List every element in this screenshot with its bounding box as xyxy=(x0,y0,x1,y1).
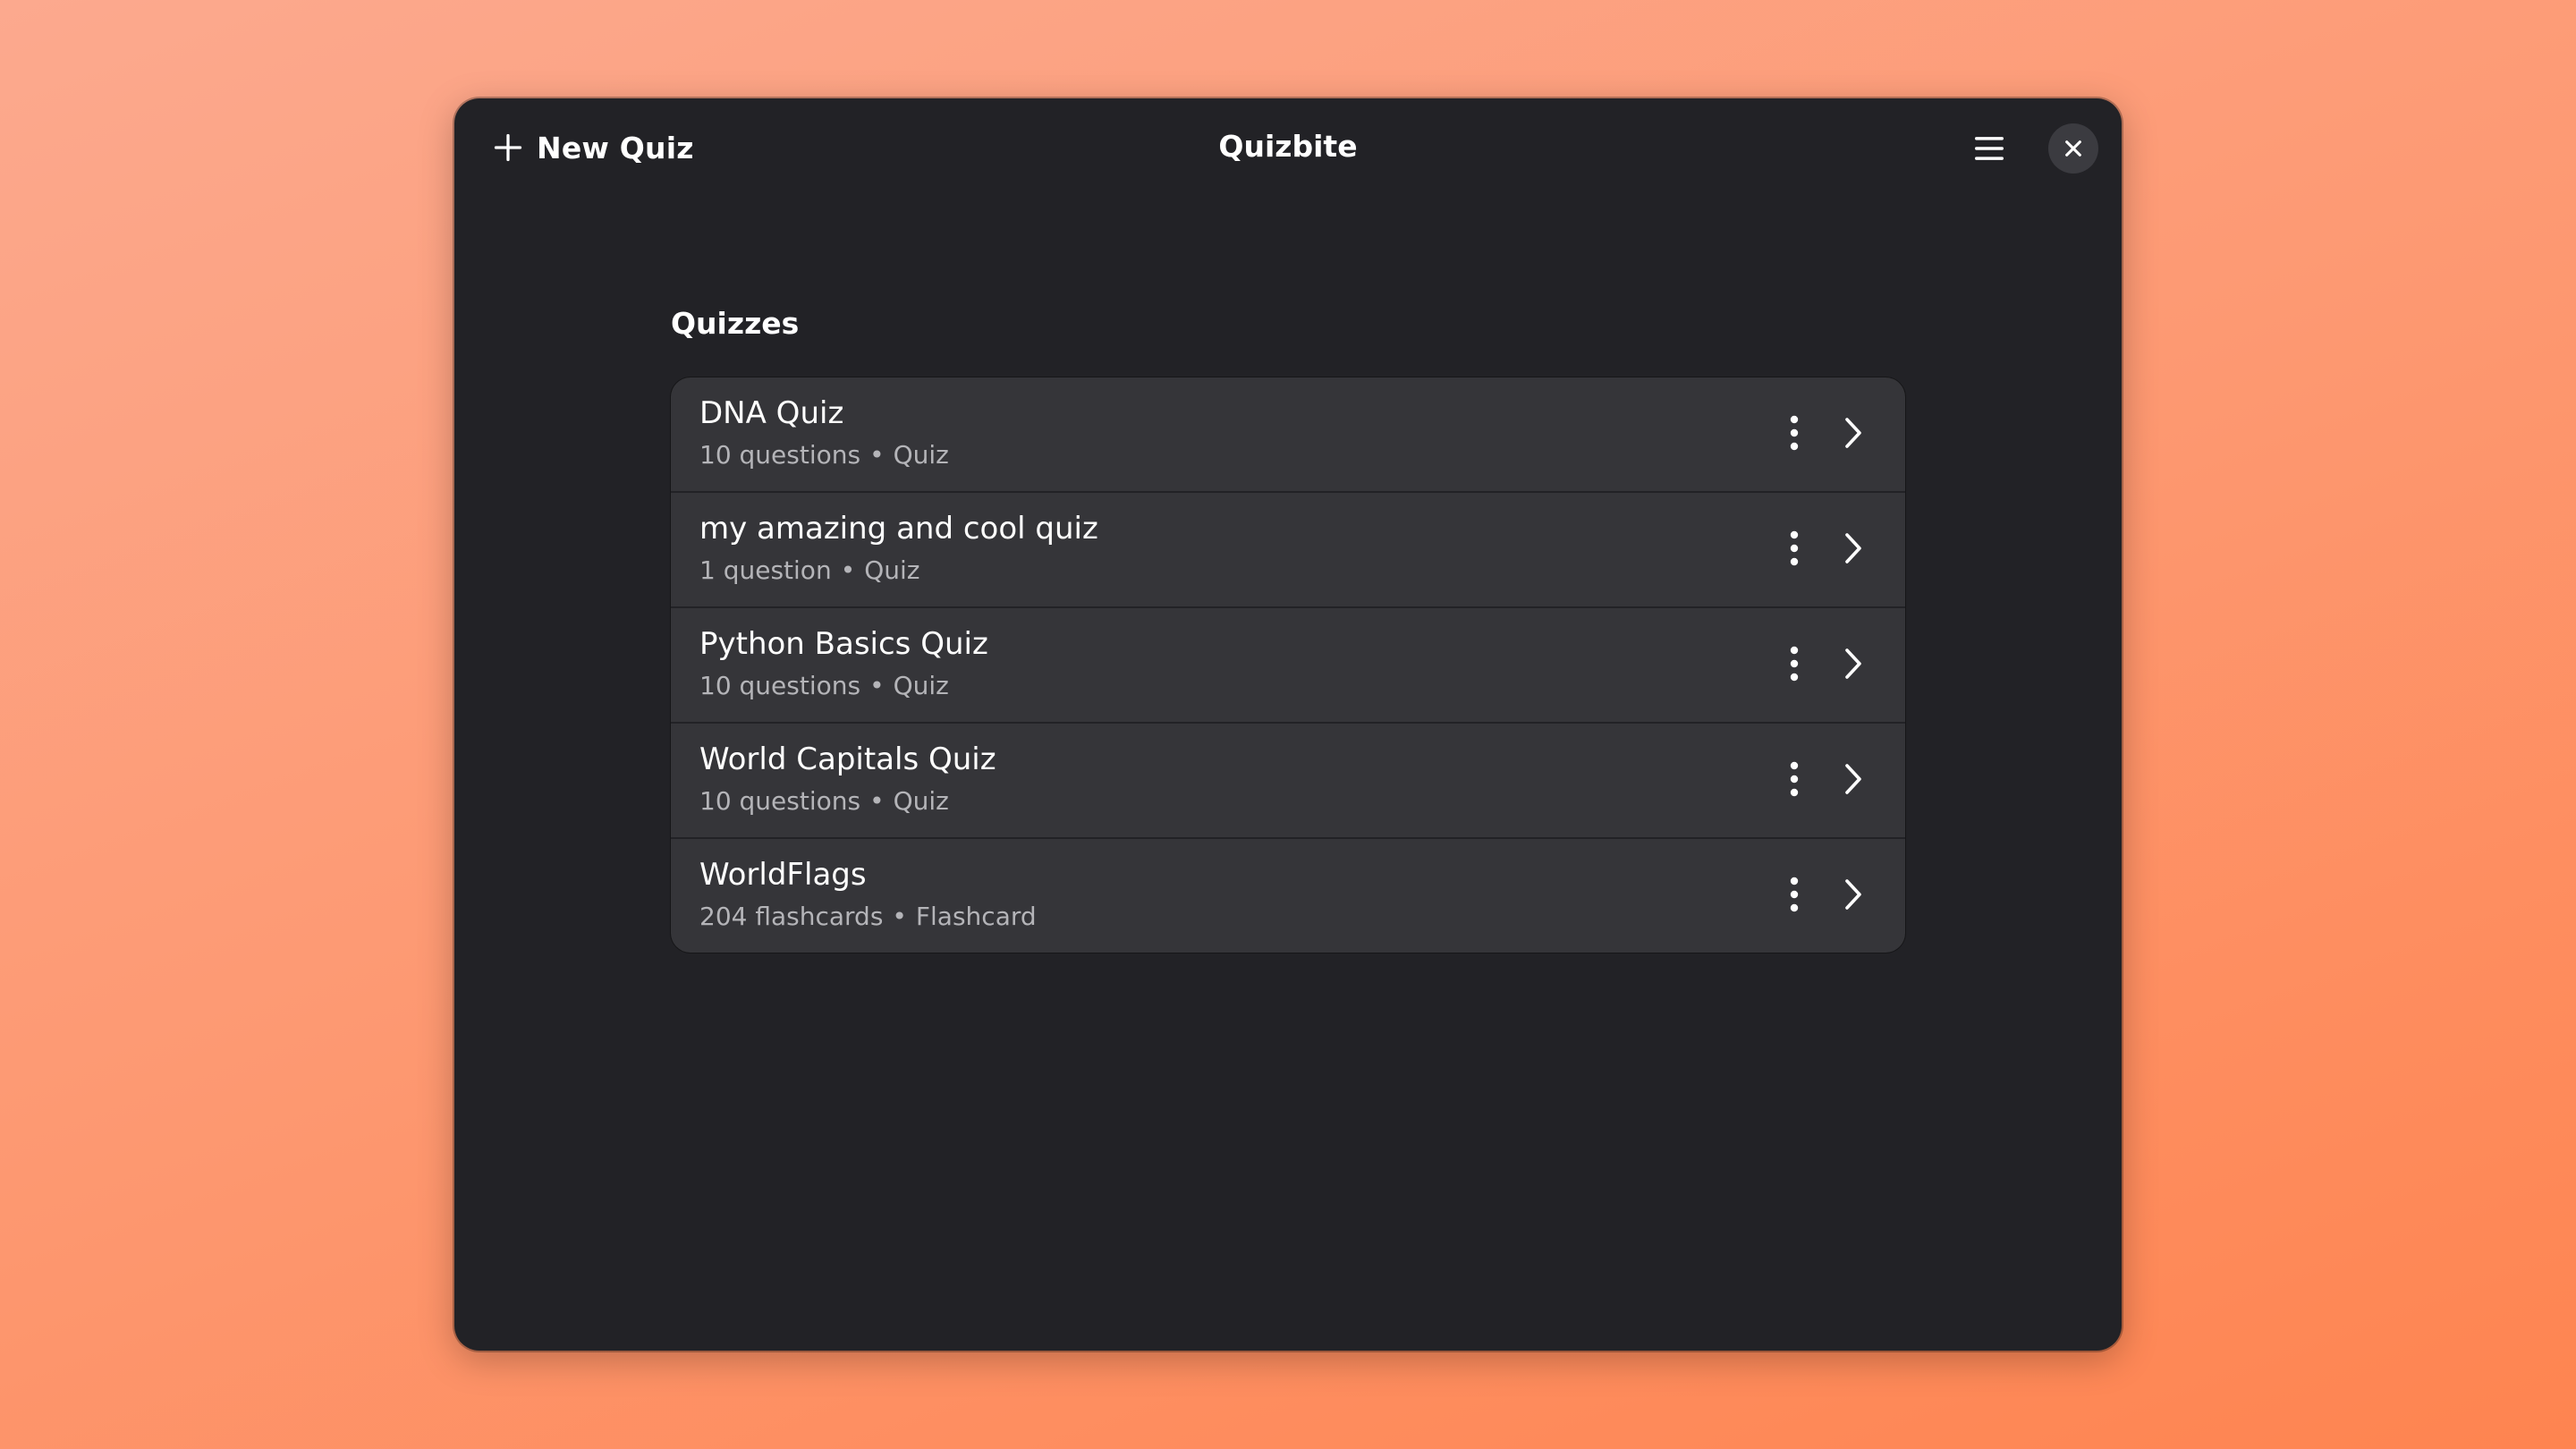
app-window: New Quiz Quizbite Quizzes DNA Quiz 10 qu… xyxy=(454,98,2122,1351)
quiz-row[interactable]: Python Basics Quiz 10 questions • Quiz xyxy=(671,608,1905,724)
quiz-title: World Capitals Quiz xyxy=(699,741,996,777)
separator-dot: • xyxy=(869,671,885,700)
kebab-menu-icon xyxy=(1790,877,1799,912)
quiz-count: 10 questions xyxy=(699,786,861,816)
separator-dot: • xyxy=(892,902,907,931)
quiz-options-button[interactable] xyxy=(1775,637,1814,691)
quiz-kind: Quiz xyxy=(864,555,920,585)
quiz-subtitle: 10 questions • Quiz xyxy=(699,786,949,816)
close-button[interactable] xyxy=(2048,123,2098,174)
quiz-count: 10 questions xyxy=(699,440,861,470)
separator-dot: • xyxy=(869,786,885,816)
quiz-title: my amazing and cool quiz xyxy=(699,511,1098,547)
quiz-count: 10 questions xyxy=(699,671,861,700)
kebab-menu-icon xyxy=(1790,761,1799,797)
quiz-row[interactable]: World Capitals Quiz 10 questions • Quiz xyxy=(671,724,1905,839)
quiz-title: DNA Quiz xyxy=(699,395,844,431)
quiz-options-button[interactable] xyxy=(1775,868,1814,921)
open-quiz-chevron[interactable] xyxy=(1834,759,1873,799)
quiz-subtitle: 204 flashcards • Flashcard xyxy=(699,902,1037,931)
kebab-menu-icon xyxy=(1790,646,1799,682)
quiz-count: 1 question xyxy=(699,555,832,585)
quiz-count: 204 flashcards xyxy=(699,902,884,931)
quiz-title: WorldFlags xyxy=(699,857,867,893)
chevron-right-icon xyxy=(1845,879,1861,910)
open-quiz-chevron[interactable] xyxy=(1834,875,1873,914)
hamburger-menu-icon xyxy=(1975,137,2004,160)
quiz-kind: Quiz xyxy=(893,786,949,816)
chevron-right-icon xyxy=(1845,533,1861,564)
chevron-right-icon xyxy=(1845,648,1861,679)
quiz-subtitle: 10 questions • Quiz xyxy=(699,440,949,470)
quiz-options-button[interactable] xyxy=(1775,752,1814,806)
chevron-right-icon xyxy=(1845,764,1861,794)
kebab-menu-icon xyxy=(1790,415,1799,451)
separator-dot: • xyxy=(869,440,885,470)
app-title: Quizbite xyxy=(1218,129,1358,164)
open-quiz-chevron[interactable] xyxy=(1834,644,1873,683)
open-quiz-chevron[interactable] xyxy=(1834,529,1873,568)
close-icon xyxy=(2065,140,2081,157)
quiz-list: DNA Quiz 10 questions • Quiz my amazing an… xyxy=(671,377,1905,953)
quiz-title: Python Basics Quiz xyxy=(699,626,988,662)
quiz-options-button[interactable] xyxy=(1775,521,1814,575)
separator-dot: • xyxy=(840,555,856,585)
quiz-options-button[interactable] xyxy=(1775,406,1814,460)
quiz-subtitle: 1 question • Quiz xyxy=(699,555,919,585)
quiz-kind: Quiz xyxy=(893,671,949,700)
main-menu-button[interactable] xyxy=(1964,123,2014,174)
open-quiz-chevron[interactable] xyxy=(1834,413,1873,453)
quiz-row[interactable]: my amazing and cool quiz 1 question • Quiz xyxy=(671,493,1905,608)
quiz-kind: Flashcard xyxy=(915,902,1037,931)
quiz-kind: Quiz xyxy=(893,440,949,470)
chevron-right-icon xyxy=(1845,418,1861,448)
kebab-menu-icon xyxy=(1790,530,1799,566)
header-bar: New Quiz Quizbite xyxy=(454,98,2122,197)
quiz-row[interactable]: WorldFlags 204 flashcards • Flashcard xyxy=(671,839,1905,953)
section-title: Quizzes xyxy=(671,306,800,341)
quiz-row[interactable]: DNA Quiz 10 questions • Quiz xyxy=(671,377,1905,493)
quiz-subtitle: 10 questions • Quiz xyxy=(699,671,949,700)
